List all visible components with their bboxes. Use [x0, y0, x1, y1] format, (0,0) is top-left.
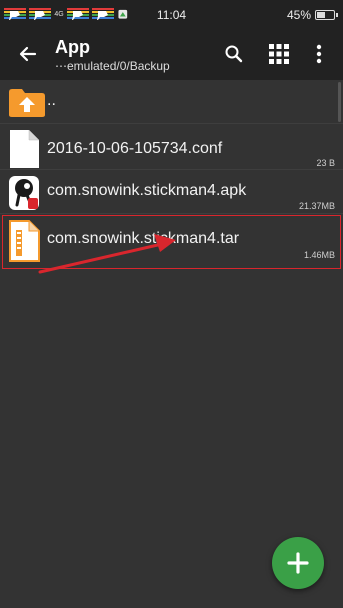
- current-path[interactable]: ⋯emulated/0/Backup: [55, 59, 211, 73]
- scrollbar-thumb[interactable]: [338, 82, 341, 122]
- folder-up-icon: [9, 89, 45, 117]
- add-icon: [287, 552, 309, 574]
- search-button[interactable]: [220, 40, 248, 68]
- overflow-menu-button[interactable]: [305, 40, 333, 68]
- row-divider: [0, 213, 343, 214]
- file-name: 2016-10-06-105734.conf: [47, 140, 223, 157]
- file-size: 23 B: [316, 158, 335, 168]
- grid-view-button[interactable]: [265, 40, 293, 68]
- row-divider: [0, 123, 343, 124]
- back-button[interactable]: [14, 40, 42, 68]
- app-icon: [9, 176, 39, 210]
- file-row-apk[interactable]: com.snowink.stickman4.apk 21.37MB: [0, 172, 343, 214]
- arrow-left-icon: [19, 46, 37, 62]
- row-divider: [0, 169, 343, 170]
- grid-view-icon: [269, 44, 289, 64]
- app-bar: App ⋯emulated/0/Backup: [0, 30, 343, 80]
- battery-percentage: 45%: [286, 8, 311, 22]
- file-name: com.snowink.stickman4.apk: [47, 182, 247, 199]
- parent-folder-label: ..: [47, 92, 56, 109]
- search-icon: [225, 45, 243, 63]
- add-button[interactable]: [272, 537, 324, 589]
- document-icon: [10, 130, 39, 168]
- status-bar: 4G 11:04 45%: [0, 0, 343, 30]
- parent-folder-row[interactable]: ..: [0, 82, 343, 124]
- annotation-highlight-box: [2, 215, 341, 269]
- more-vert-icon: [316, 44, 322, 64]
- file-size: 21.37MB: [298, 201, 335, 211]
- page-title: App: [55, 37, 90, 57]
- battery-icon: [315, 10, 338, 20]
- battery-level-fill: [317, 12, 326, 18]
- file-row-conf[interactable]: 2016-10-06-105734.conf 23 B: [0, 128, 343, 170]
